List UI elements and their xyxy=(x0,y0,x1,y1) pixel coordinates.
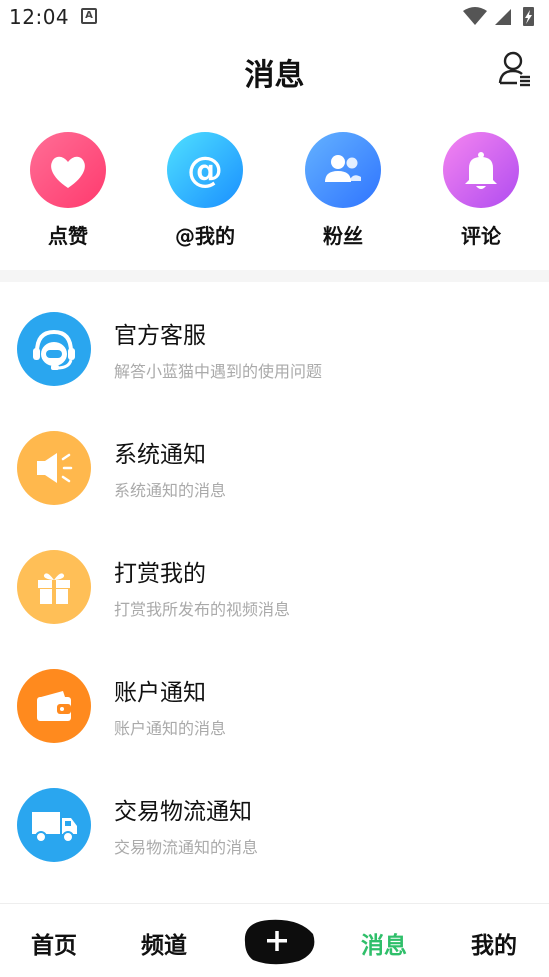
quick-action-fans[interactable]: 粉丝 xyxy=(288,130,398,255)
nav-channels[interactable]: 频道 xyxy=(141,926,187,960)
quick-action-comments[interactable]: 评论 xyxy=(426,130,536,255)
speaker-icon xyxy=(17,431,91,505)
headset-icon xyxy=(17,312,91,386)
users-icon xyxy=(305,132,381,208)
quick-actions: 点赞 @ @我的 粉丝 评论 xyxy=(0,130,549,255)
message-title: 账户通知 xyxy=(114,680,206,706)
message-title: 官方客服 xyxy=(114,323,206,349)
quick-action-label: 评论 xyxy=(461,224,501,248)
message-subtitle: 打赏我所发布的视频消息 xyxy=(114,600,291,619)
section-divider xyxy=(0,270,549,282)
quick-action-label: 粉丝 xyxy=(323,224,363,248)
cell-signal-icon xyxy=(495,9,511,25)
quick-action-mentions[interactable]: @ @我的 xyxy=(150,130,260,255)
nav-home[interactable]: 首页 xyxy=(31,926,77,960)
message-item-account-notice[interactable]: 账户通知 账户通知的消息 xyxy=(0,639,549,758)
wallet-icon xyxy=(17,669,91,743)
plus-icon[interactable] xyxy=(239,916,317,966)
gift-icon xyxy=(17,550,91,624)
heart-icon xyxy=(30,132,106,208)
page-title: 消息 xyxy=(244,58,305,93)
message-subtitle: 系统通知的消息 xyxy=(114,481,227,500)
message-title: 系统通知 xyxy=(114,442,206,468)
status-time: 12:04 xyxy=(9,5,70,29)
at-icon: @ xyxy=(167,132,243,208)
message-subtitle: 交易物流通知的消息 xyxy=(114,838,259,857)
truck-icon xyxy=(17,788,91,862)
header: 消息 xyxy=(0,34,549,104)
nav-mine[interactable]: 我的 xyxy=(471,926,517,960)
message-item-logistics-notice[interactable]: 交易物流通知 交易物流通知的消息 xyxy=(0,758,549,877)
message-item-system-notice[interactable]: 系统通知 系统通知的消息 xyxy=(0,401,549,520)
status-icons xyxy=(463,7,534,26)
quick-action-likes[interactable]: 点赞 xyxy=(13,130,123,255)
message-title: 打赏我的 xyxy=(114,561,206,587)
bottom-nav: 首页 频道 消息 我的 xyxy=(0,903,549,977)
bell-icon xyxy=(443,132,519,208)
message-item-customer-service[interactable]: 官方客服 解答小蓝猫中遇到的使用问题 xyxy=(0,282,549,401)
contacts-icon[interactable] xyxy=(497,49,533,89)
status-bar: 12:04 A xyxy=(0,0,549,34)
notification-a-icon: A xyxy=(81,8,97,24)
quick-action-label: 点赞 xyxy=(48,224,88,248)
nav-messages[interactable]: 消息 xyxy=(361,926,407,960)
message-item-tips[interactable]: 打赏我的 打赏我所发布的视频消息 xyxy=(0,520,549,639)
message-subtitle: 解答小蓝猫中遇到的使用问题 xyxy=(114,362,323,381)
message-subtitle: 账户通知的消息 xyxy=(114,719,227,738)
svg-text:@: @ xyxy=(187,150,223,191)
quick-action-label: @我的 xyxy=(175,224,235,248)
wifi-icon xyxy=(463,7,487,25)
message-title: 交易物流通知 xyxy=(114,799,252,825)
